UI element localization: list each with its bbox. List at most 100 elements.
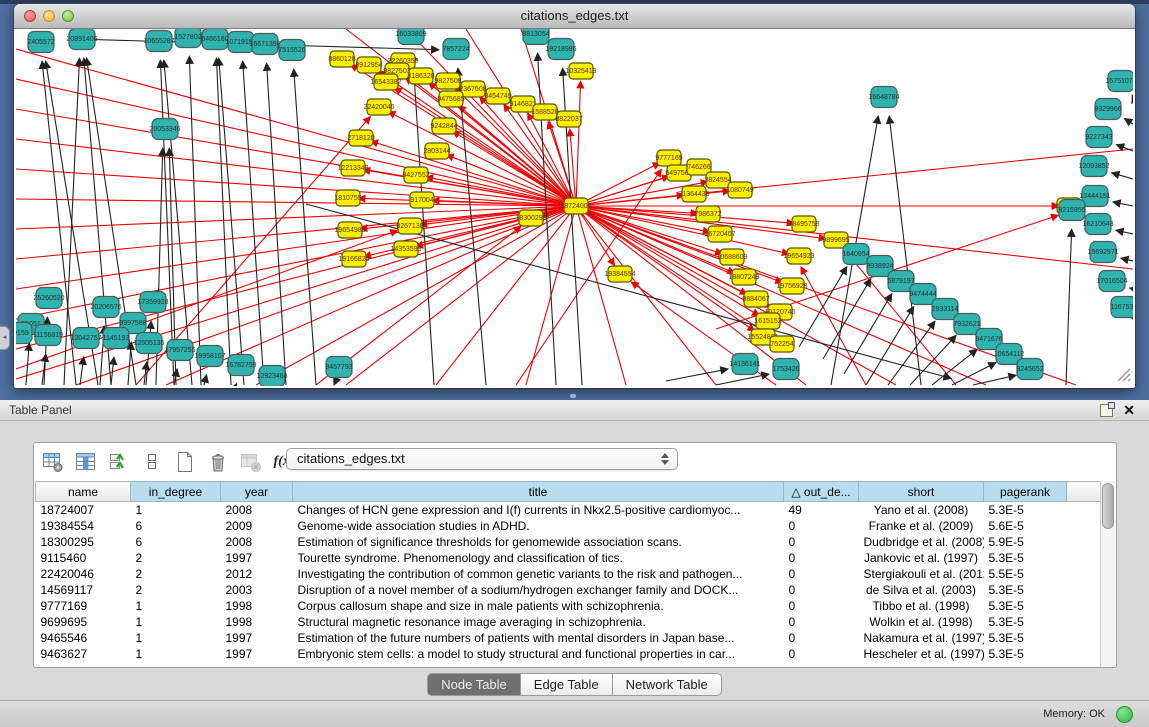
graph-node[interactable]: 1080749 — [726, 182, 753, 198]
table-cell[interactable]: 2 — [131, 550, 221, 566]
table-cell[interactable]: 49 — [784, 502, 859, 519]
table-cell[interactable]: 1997 — [221, 646, 293, 662]
table-cell[interactable]: 2008 — [221, 534, 293, 550]
graph-node[interactable]: 17957255 — [164, 340, 195, 361]
tab-network-table[interactable]: Network Table — [613, 673, 722, 696]
table-cell[interactable]: 18724007 — [36, 502, 131, 519]
graph-node[interactable]: 15692971 — [1087, 242, 1118, 263]
graph-node[interactable]: 21364436 — [678, 186, 709, 202]
table-cell[interactable]: 0 — [784, 614, 859, 630]
delete-button[interactable] — [205, 449, 231, 475]
column-header-pagerank[interactable]: pagerank — [984, 482, 1067, 502]
tab-node-table[interactable]: Node Table — [427, 673, 521, 696]
graph-edge[interactable] — [1121, 258, 1133, 261]
row-height-button[interactable] — [139, 449, 165, 475]
graph-edge[interactable] — [80, 357, 84, 385]
column-header-name[interactable]: name — [36, 482, 131, 502]
graph-node[interactable]: 15751074 — [1105, 71, 1133, 92]
table-cell[interactable]: Investigating the contribution of common… — [293, 566, 784, 582]
graph-edge[interactable] — [1113, 202, 1133, 206]
graph-node[interactable]: 14353593 — [390, 241, 421, 257]
table-cell[interactable]: 0 — [784, 598, 859, 614]
table-cell[interactable]: Tibbo et al. (1998) — [859, 598, 984, 614]
graph-node[interactable]: 9329966 — [1094, 99, 1121, 120]
table-cell[interactable]: 1998 — [221, 614, 293, 630]
table-cell[interactable]: 2012 — [221, 566, 293, 582]
graph-node[interactable]: 11156819 — [33, 325, 63, 346]
table-cell[interactable]: 9463627 — [36, 646, 131, 662]
graph-node[interactable]: 14136141 — [729, 354, 760, 375]
graph-node[interactable]: 19756928 — [776, 278, 807, 294]
tab-edge-table[interactable]: Edge Table — [521, 673, 613, 696]
table-cell[interactable]: 6 — [131, 534, 221, 550]
graph-node[interactable]: 9457793 — [325, 357, 352, 378]
graph-node[interactable]: 8860128 — [328, 51, 355, 67]
graph-node[interactable]: 9475685 — [437, 91, 464, 107]
table-row[interactable]: 1872400712008Changes of HCN gene express… — [36, 502, 1101, 519]
zoom-window-button[interactable] — [62, 10, 74, 22]
graph-node[interactable]: 2718120 — [347, 130, 374, 146]
table-settings-button[interactable] — [40, 449, 66, 475]
column-header-out_de...[interactable]: △ out_de... — [784, 482, 859, 502]
memory-status-indicator[interactable] — [1116, 706, 1133, 723]
table-selector-dropdown[interactable]: citations_edges.txt — [286, 448, 678, 470]
graph-node[interactable]: 16210643 — [1082, 214, 1113, 235]
graph-edge[interactable] — [576, 206, 755, 331]
network-window-titlebar[interactable]: citations_edges.txt — [14, 4, 1135, 29]
table-row[interactable]: 977716911998Corpus callosum shape and si… — [36, 598, 1101, 614]
table-cell[interactable]: 0 — [784, 582, 859, 598]
graph-node[interactable]: 752254 — [770, 336, 794, 352]
table-cell[interactable]: 1998 — [221, 598, 293, 614]
graph-edge[interactable] — [346, 206, 576, 385]
graph-node[interactable]: 16033809 — [395, 29, 426, 45]
table-cell[interactable]: 9699695 — [36, 614, 131, 630]
graph-edge[interactable] — [243, 61, 264, 385]
table-cell[interactable]: 1997 — [221, 630, 293, 646]
table-cell[interactable]: 14569117 — [36, 582, 131, 598]
table-cell[interactable]: 5.9E-5 — [984, 534, 1067, 550]
table-cell[interactable]: 5.3E-5 — [984, 502, 1067, 519]
graph-node[interactable]: 19654983 — [334, 222, 365, 238]
graph-node[interactable]: 8912954 — [355, 57, 382, 73]
table-cell[interactable]: Structural magnetic resonance image aver… — [293, 614, 784, 630]
graph-canvas[interactable]: 1872400788601288912954222603589827503165… — [16, 29, 1133, 386]
table-cell[interactable] — [1067, 534, 1101, 550]
graph-edge[interactable] — [666, 369, 728, 381]
graph-node[interactable]: 9777169 — [655, 150, 682, 166]
table-cell[interactable]: Wolkin et al. (1998) — [859, 614, 984, 630]
graph-edge[interactable] — [844, 294, 892, 374]
graph-node[interactable]: 9827508 — [434, 73, 461, 89]
graph-node[interactable]: 39159 — [16, 323, 32, 344]
table-cell[interactable]: 2003 — [221, 582, 293, 598]
graph-node[interactable]: 16543382 — [370, 74, 401, 90]
table-cell[interactable]: 6 — [131, 518, 221, 534]
column-header-year[interactable]: year — [221, 482, 293, 502]
table-cell[interactable] — [1067, 630, 1101, 646]
table-cell[interactable]: 5.6E-5 — [984, 518, 1067, 534]
close-window-button[interactable] — [24, 10, 36, 22]
table-cell[interactable]: Estimation of the future numbers of pati… — [293, 630, 784, 646]
graph-node[interactable]: 10688609 — [716, 249, 747, 265]
graph-edge[interactable] — [716, 374, 769, 385]
graph-node[interactable]: 16671358 — [249, 34, 280, 55]
graph-edge[interactable] — [458, 68, 486, 385]
column-header-title[interactable]: title — [293, 482, 784, 502]
table-cell[interactable]: 2 — [131, 566, 221, 582]
table-cell[interactable]: 9115460 — [36, 550, 131, 566]
minimize-window-button[interactable] — [43, 10, 55, 22]
table-cell[interactable]: Genome-wide association studies in ADHD. — [293, 518, 784, 534]
table-row[interactable]: 969969511998Structural magnetic resonanc… — [36, 614, 1101, 630]
graph-node[interactable]: 9245652 — [1016, 359, 1043, 380]
graph-edge[interactable] — [1066, 229, 1072, 385]
table-row[interactable]: 1938455462009Genome-wide association stu… — [36, 518, 1101, 534]
graph-node[interactable]: 917004 — [410, 192, 434, 208]
table-row[interactable]: 946362711997Embryonic stem cells: a mode… — [36, 646, 1101, 662]
graph-edge[interactable] — [576, 81, 581, 206]
table-cell[interactable]: 0 — [784, 550, 859, 566]
table-cell[interactable]: 1 — [131, 598, 221, 614]
delete-table-button-disabled[interactable] — [238, 449, 264, 475]
new-file-button[interactable] — [172, 449, 198, 475]
graph-edge[interactable] — [1116, 230, 1133, 234]
select-rows-button[interactable] — [106, 449, 132, 475]
table-cell[interactable]: 5.3E-5 — [984, 550, 1067, 566]
